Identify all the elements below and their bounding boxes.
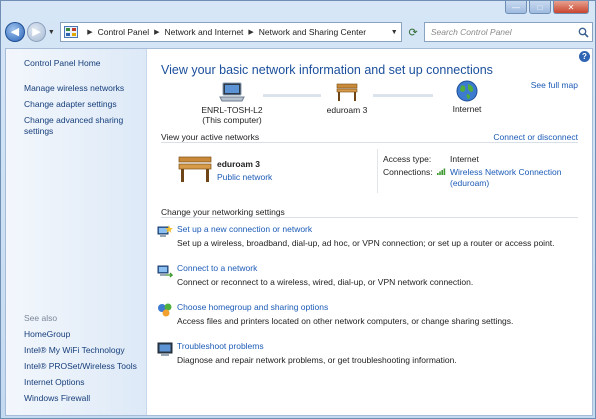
divider xyxy=(161,217,578,218)
content-area: Control Panel Home Manage wireless netwo… xyxy=(5,48,593,416)
signal-strength-icon xyxy=(437,168,446,175)
breadcrumb-control-panel[interactable]: Control Panel xyxy=(98,27,150,37)
network-bench-icon xyxy=(178,156,212,182)
divider xyxy=(161,142,578,143)
forward-button[interactable]: ▶ xyxy=(26,22,47,42)
task-homegroup: Choose homegroup and sharing options Acc… xyxy=(158,302,587,326)
task-troubleshoot-desc: Diagnose and repair network problems, or… xyxy=(177,355,457,365)
window-frame: — □ ✕ ◀ ▶ ▼ ▶ Control Panel ▶ Network an… xyxy=(0,0,596,419)
search-placeholder: Search Control Panel xyxy=(430,27,512,37)
computer-icon xyxy=(219,82,245,102)
task-connect-network-link[interactable]: Connect to a network xyxy=(177,263,587,273)
refresh-icon[interactable]: ⟳ xyxy=(402,22,424,42)
globe-icon xyxy=(456,80,478,102)
back-button[interactable]: ◀ xyxy=(5,22,25,42)
map-network-node[interactable]: eduroam 3 xyxy=(311,82,383,115)
recent-pages-dropdown[interactable]: ▼ xyxy=(46,29,56,36)
map-internet-node[interactable]: Internet xyxy=(431,80,503,114)
see-full-map-link[interactable]: See full map xyxy=(531,80,578,90)
navigation-toolbar: ◀ ▶ ▼ ▶ Control Panel ▶ Network and Inte… xyxy=(5,19,593,45)
task-troubleshoot: Troubleshoot problems Diagnose and repai… xyxy=(157,341,587,365)
breadcrumb-network-and-internet[interactable]: Network and Internet xyxy=(165,27,244,37)
sidebar-homegroup[interactable]: HomeGroup xyxy=(24,329,142,340)
new-connection-icon xyxy=(157,225,173,237)
sidebar-change-advanced-sharing-settings[interactable]: Change advanced sharing settings xyxy=(24,115,142,137)
task-setup-connection-link[interactable]: Set up a new connection or network xyxy=(177,224,587,234)
task-setup-connection: Set up a new connection or network Set u… xyxy=(157,224,587,248)
minimize-button[interactable]: — xyxy=(505,1,527,14)
settings-heading: Change your networking settings xyxy=(161,207,285,217)
task-troubleshoot-link[interactable]: Troubleshoot problems xyxy=(177,341,587,351)
wireless-connection-link-ssid[interactable]: (eduroam) xyxy=(450,178,489,188)
homegroup-icon xyxy=(158,303,172,317)
breadcrumb-separator[interactable]: ▶ xyxy=(87,28,92,36)
sidebar-change-adapter-settings[interactable]: Change adapter settings xyxy=(24,99,142,110)
active-network-name: eduroam 3 xyxy=(217,159,260,169)
connections-label: Connections: xyxy=(383,167,433,177)
computer-subtitle: (This computer) xyxy=(202,115,262,125)
active-networks-heading: View your active networks xyxy=(161,132,260,142)
sidebar-internet-options[interactable]: Internet Options xyxy=(24,377,142,388)
internet-label: Internet xyxy=(452,104,482,114)
map-computer-node[interactable]: ENRL-TOSH-L2 (This computer) xyxy=(187,82,277,125)
close-button[interactable]: ✕ xyxy=(553,1,589,14)
address-bar[interactable]: ▶ Control Panel ▶ Network and Internet ▶… xyxy=(60,22,403,42)
vertical-divider xyxy=(377,149,378,193)
breadcrumb-separator[interactable]: ▶ xyxy=(154,28,159,36)
network-type-link[interactable]: Public network xyxy=(217,172,272,182)
breadcrumb-network-and-sharing-center[interactable]: Network and Sharing Center xyxy=(259,27,366,37)
wireless-connection-link[interactable]: Wireless Network Connection xyxy=(450,167,561,177)
maximize-button[interactable]: □ xyxy=(529,1,551,14)
bench-icon xyxy=(336,83,358,101)
help-icon[interactable]: ? xyxy=(579,51,590,62)
page-title: View your basic network information and … xyxy=(161,63,493,77)
access-type-label: Access type: xyxy=(383,154,432,164)
sidebar-windows-firewall[interactable]: Windows Firewall xyxy=(24,393,142,404)
troubleshoot-icon xyxy=(157,342,173,356)
task-setup-connection-desc: Set up a wireless, broadband, dial-up, a… xyxy=(177,238,555,248)
task-connect-network: Connect to a network Connect or reconnec… xyxy=(157,263,587,287)
sidebar-intel-my-wifi[interactable]: Intel® My WiFi Technology xyxy=(24,345,142,356)
address-dropdown-icon[interactable]: ▼ xyxy=(387,29,401,36)
computer-name: ENRL-TOSH-L2 xyxy=(201,105,263,115)
search-icon[interactable] xyxy=(574,27,592,38)
task-homegroup-link[interactable]: Choose homegroup and sharing options xyxy=(177,302,587,312)
network-map-name: eduroam 3 xyxy=(326,105,368,115)
access-type-value: Internet xyxy=(450,154,479,164)
sidebar: Control Panel Home Manage wireless netwo… xyxy=(6,49,147,415)
search-input[interactable]: Search Control Panel xyxy=(423,22,593,42)
see-also-label: See also xyxy=(24,313,58,323)
main-panel: ? View your basic network information an… xyxy=(147,49,592,415)
map-link-line xyxy=(373,94,433,97)
task-connect-network-desc: Connect or reconnect to a wireless, wire… xyxy=(177,277,474,287)
control-panel-icon xyxy=(64,26,79,38)
connect-network-icon xyxy=(157,265,173,278)
connect-or-disconnect-link[interactable]: Connect or disconnect xyxy=(493,132,578,142)
sidebar-control-panel-home[interactable]: Control Panel Home xyxy=(24,58,142,69)
sidebar-manage-wireless-networks[interactable]: Manage wireless networks xyxy=(24,83,142,94)
sidebar-intel-proset[interactable]: Intel® PROSet/Wireless Tools xyxy=(24,361,142,372)
task-homegroup-desc: Access files and printers located on oth… xyxy=(177,316,514,326)
breadcrumb-separator[interactable]: ▶ xyxy=(248,28,253,36)
caption-buttons: — □ ✕ xyxy=(505,1,589,14)
